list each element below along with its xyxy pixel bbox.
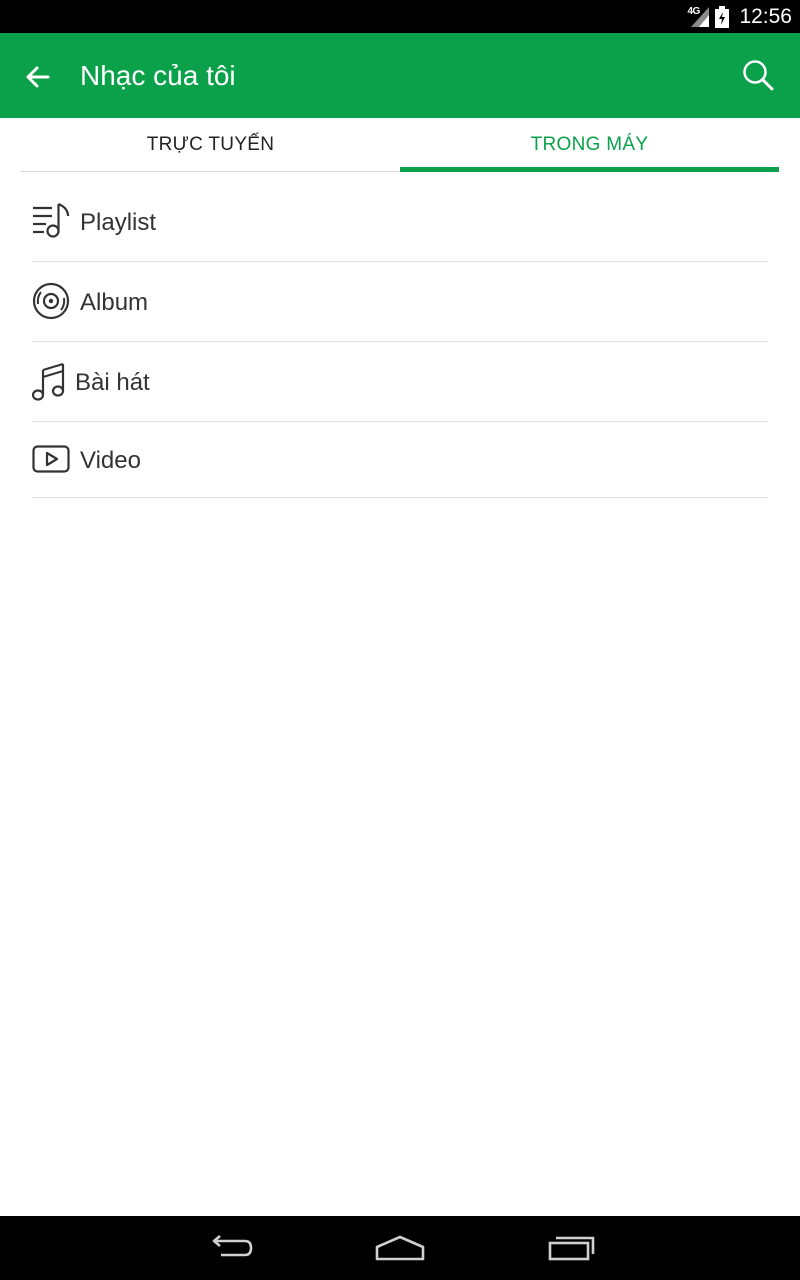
- battery-icon: [715, 5, 730, 28]
- album-disc-icon: [32, 282, 70, 320]
- status-icons: 4G 12:56: [687, 0, 792, 33]
- back-button[interactable]: [18, 57, 58, 97]
- nav-recents-button[interactable]: [541, 1228, 601, 1268]
- music-note-icon: [32, 362, 65, 401]
- arrow-left-icon: [26, 66, 50, 88]
- signal-icon: 4G: [687, 5, 711, 29]
- menu-item-songs[interactable]: Bài hát: [32, 342, 768, 422]
- menu-item-label: Bài hát: [75, 369, 150, 396]
- playlist-icon: [33, 202, 70, 238]
- tab-selected-indicator: [400, 167, 779, 172]
- nav-home-button[interactable]: [370, 1228, 430, 1268]
- tab-local[interactable]: TRONG MÁY: [400, 118, 779, 172]
- menu-item-album[interactable]: Album: [32, 262, 768, 342]
- search-icon: [743, 60, 774, 91]
- video-play-icon: [32, 445, 70, 473]
- app-bar: Nhạc của tôi: [0, 33, 800, 118]
- status-clock: 12:56: [739, 4, 792, 28]
- page-title: Nhạc của tôi: [80, 60, 236, 91]
- tab-online[interactable]: TRỰC TUYẾN: [21, 118, 400, 172]
- tab-bar: TRỰC TUYẾN TRONG MÁY: [21, 118, 779, 172]
- menu-item-label: Album: [80, 289, 149, 316]
- system-nav-bar: [0, 1216, 800, 1280]
- nav-home-icon: [375, 1235, 425, 1261]
- library-menu: Playlist Album Bài hát Video: [32, 182, 768, 498]
- menu-item-video[interactable]: Video: [32, 422, 768, 498]
- menu-item-label: Video: [80, 447, 141, 474]
- status-bar: 4G 12:56: [0, 0, 800, 33]
- search-button[interactable]: [736, 53, 780, 97]
- menu-item-playlist[interactable]: Playlist: [32, 182, 768, 262]
- nav-back-icon: [212, 1235, 253, 1257]
- nav-recents-icon: [548, 1236, 595, 1261]
- menu-item-label: Playlist: [80, 209, 157, 236]
- nav-back-button[interactable]: [200, 1228, 260, 1268]
